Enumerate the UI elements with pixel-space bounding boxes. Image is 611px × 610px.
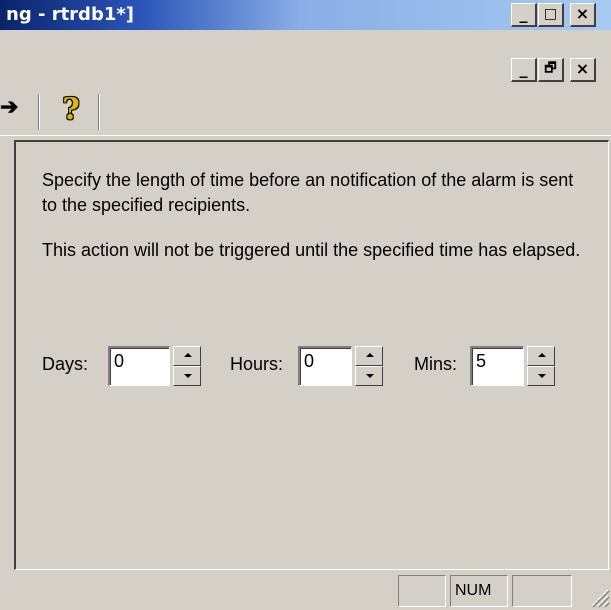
description-text: Specify the length of time before an not…: [42, 170, 574, 215]
days-up-button[interactable]: [173, 346, 201, 366]
close-button[interactable]: ×: [570, 3, 596, 27]
mins-down-button[interactable]: [527, 366, 555, 386]
up-arrow-icon: [184, 353, 192, 357]
window-title: ng - rtrdb1*]: [6, 4, 134, 25]
child-minimize-button[interactable]: _: [511, 58, 537, 82]
status-pane-scroll: [512, 575, 572, 607]
hours-spinner[interactable]: [355, 346, 383, 386]
up-arrow-icon: [366, 353, 374, 357]
status-bar: NUM: [0, 572, 611, 610]
mins-spinner[interactable]: [527, 346, 555, 386]
toolbar-separator: [38, 94, 40, 130]
mins-label: Mins:: [414, 354, 458, 374]
days-input[interactable]: 0: [108, 346, 170, 386]
resize-grip-icon[interactable]: [588, 586, 610, 608]
title-bar: ng - rtrdb1*] _ □ ×: [0, 0, 611, 30]
minimize-button[interactable]: _: [511, 3, 537, 27]
child-restore-button[interactable]: 🗗: [538, 58, 564, 82]
arrow-icon[interactable]: ➔: [0, 94, 18, 120]
hours-up-button[interactable]: [355, 346, 383, 366]
maximize-button[interactable]: □: [538, 3, 564, 27]
days-spinner[interactable]: [173, 346, 201, 386]
toolbar-separator: [98, 94, 100, 130]
down-arrow-icon: [366, 374, 374, 378]
main-panel: Specify the length of time before an not…: [14, 140, 609, 570]
hours-input[interactable]: 0: [298, 346, 352, 386]
days-down-button[interactable]: [173, 366, 201, 386]
mins-up-button[interactable]: [527, 346, 555, 366]
hours-down-button[interactable]: [355, 366, 383, 386]
hours-label: Hours:: [230, 354, 284, 374]
child-close-button[interactable]: ×: [570, 58, 596, 82]
days-label: Days:: [42, 354, 89, 374]
mdi-bar: _ 🗗 ×: [0, 30, 611, 90]
help-icon[interactable]: ?: [56, 92, 86, 127]
status-pane-num: NUM: [450, 575, 508, 607]
mins-input[interactable]: 5: [470, 346, 524, 386]
down-arrow-icon: [538, 374, 546, 378]
note-text: This action will not be triggered until …: [42, 240, 581, 260]
status-pane-caps: [398, 575, 446, 607]
up-arrow-icon: [538, 353, 546, 357]
down-arrow-icon: [184, 374, 192, 378]
toolbar: ➔ ?: [0, 90, 611, 136]
